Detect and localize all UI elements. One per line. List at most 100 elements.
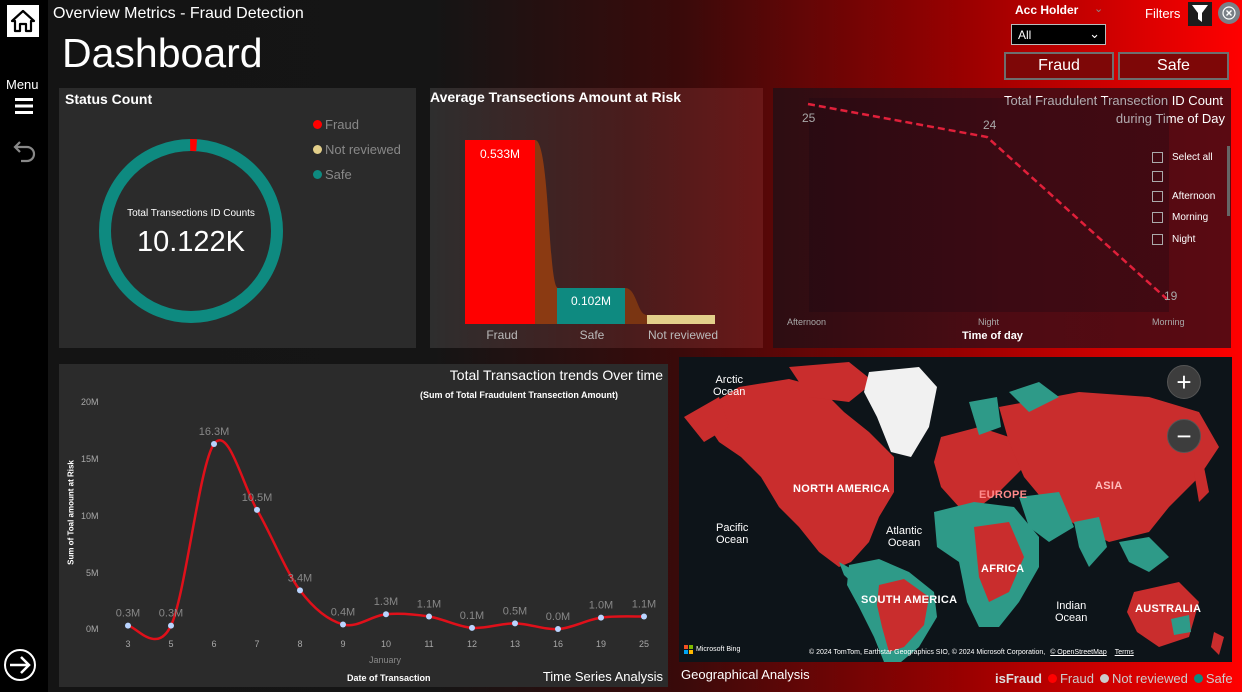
legend-item-fraud[interactable]: Fraud: [313, 117, 359, 132]
zoom-out-button[interactable]: −: [1167, 419, 1201, 453]
chevron-down-icon[interactable]: ⌄: [1094, 2, 1103, 15]
trend-data-label: 1.1M: [632, 599, 656, 611]
x-axis-title: Time of day: [962, 330, 1023, 342]
trend-data-label: 0.3M: [116, 608, 140, 620]
trend-data-point[interactable]: [211, 440, 217, 447]
geo-panel: Arctic Ocean Pacific Ocean Atlantic Ocea…: [679, 357, 1232, 662]
copyright-text: © 2024 TomTom, Earthstar Geographics SIO…: [809, 649, 1046, 656]
trend-data-point[interactable]: [125, 622, 131, 629]
japan-shape: [1194, 467, 1209, 502]
map-label-atlantic: Atlantic Ocean: [886, 525, 923, 549]
slicer-select-all[interactable]: Select all: [1152, 152, 1213, 163]
slicer-blank[interactable]: [1152, 171, 1172, 182]
x-tick-morning: Morning: [1152, 317, 1185, 327]
trend-line-chart[interactable]: 0.3M 3 0.3M 5 16.3M 6 10.5M 7 3.4M 8 0.4M 9 1.3M 10 1.…: [59, 364, 668, 687]
trend-x-tick: 10: [381, 639, 391, 649]
trend-data-point[interactable]: [297, 587, 303, 594]
trend-x-tick: 16: [553, 639, 563, 649]
trend-data-point[interactable]: [426, 613, 432, 620]
legend-label: Safe: [325, 167, 352, 182]
trend-data-label: 0.5M: [503, 605, 527, 617]
window-title: Overview Metrics - Fraud Detection: [53, 5, 304, 22]
trend-x-tick: 13: [510, 639, 520, 649]
trend-data-label: 1.0M: [589, 600, 613, 612]
slicer-label: Afternoon: [1172, 191, 1216, 202]
windows-logo-icon: [684, 645, 693, 654]
trend-data-point[interactable]: [555, 626, 561, 632]
home-icon[interactable]: [7, 5, 39, 37]
geo-legend: isFraud Fraud Not reviewed Safe: [995, 671, 1233, 686]
world-map[interactable]: [679, 357, 1232, 662]
checkbox[interactable]: [1152, 212, 1163, 223]
map-label-indian: Indian Ocean: [1055, 600, 1088, 624]
trend-data-label: 0.3M: [159, 608, 183, 620]
filter-funnel-icon[interactable]: [1188, 2, 1212, 26]
map-label-australia: AUSTRALIA: [1135, 603, 1202, 615]
legend-item-not-reviewed[interactable]: Not reviewed: [313, 142, 401, 157]
checkbox[interactable]: [1152, 191, 1163, 202]
trend-x-tick: 8: [297, 639, 302, 649]
trend-data-point[interactable]: [340, 621, 346, 628]
map-label-africa: AFRICA: [981, 563, 1025, 575]
trend-x-tick: 25: [639, 639, 649, 649]
map-label-north-america: NORTH AMERICA: [793, 483, 890, 495]
legend-safe[interactable]: Safe: [1206, 671, 1233, 686]
map-label-arctic: Arctic Ocean: [713, 374, 746, 398]
not-reviewed-dot-icon: [313, 145, 322, 154]
bar-label-fraud: 0.533M: [479, 147, 521, 161]
trend-data-point[interactable]: [641, 613, 647, 620]
avg-amount-panel: Average Transections Amount at Risk 0.53…: [430, 88, 763, 348]
bar-not-reviewed[interactable]: [647, 315, 715, 324]
avg-amount-bar-chart[interactable]: [430, 88, 763, 348]
slicer-night[interactable]: Night: [1152, 234, 1195, 245]
time-slicer-scrollbar[interactable]: [1227, 146, 1230, 216]
acc-holder-dropdown[interactable]: All ⌄: [1011, 24, 1106, 45]
map-label-europe: EUROPE: [979, 489, 1028, 501]
donut-center-label: Total Transections ID Counts: [127, 208, 255, 219]
trend-x-tick: 7: [254, 639, 259, 649]
slicer-label: Night: [1172, 234, 1196, 245]
checkbox[interactable]: [1152, 152, 1163, 163]
fraud-time-line: [807, 102, 1169, 301]
trend-data-label: 0.0M: [546, 611, 570, 623]
exit-arrow-icon[interactable]: [4, 649, 36, 681]
slicer-morning[interactable]: Morning: [1152, 212, 1208, 223]
slicer-afternoon[interactable]: Afternoon: [1152, 191, 1215, 202]
trend-panel: Total Transaction trends Over time (Sum …: [59, 364, 668, 687]
trend-data-point[interactable]: [168, 622, 174, 629]
trend-x-tick: 19: [596, 639, 606, 649]
safe-dot-icon: [1193, 674, 1203, 683]
legend-item-safe[interactable]: Safe: [313, 167, 352, 182]
trend-x-tick: 9: [340, 639, 345, 649]
safe-filter-button[interactable]: Safe: [1118, 52, 1229, 80]
zoom-in-button[interactable]: +: [1167, 365, 1201, 399]
x-tick-night: Night: [978, 317, 1000, 327]
trend-data-point[interactable]: [469, 624, 475, 631]
legend-fraud[interactable]: Fraud: [1060, 671, 1094, 686]
safe-dot-icon: [313, 170, 322, 179]
trend-x-tick: 6: [211, 639, 216, 649]
trend-data-point[interactable]: [383, 611, 389, 618]
not-reviewed-dot-icon: [1099, 674, 1109, 683]
legend-not-reviewed[interactable]: Not reviewed: [1112, 671, 1188, 686]
trend-data-point[interactable]: [512, 620, 518, 627]
back-arrow-icon[interactable]: [11, 137, 39, 165]
fraud-filter-button[interactable]: Fraud: [1004, 52, 1114, 80]
checkbox[interactable]: [1152, 234, 1163, 245]
terms-link[interactable]: Terms: [1115, 649, 1134, 656]
trend-x-tick: 3: [125, 639, 130, 649]
geo-legend-title: isFraud: [995, 671, 1042, 686]
trend-data-point[interactable]: [598, 614, 604, 621]
close-icon[interactable]: [1218, 2, 1240, 24]
legend-label: Fraud: [325, 117, 359, 132]
trend-data-label: 0.1M: [460, 610, 484, 622]
bar-fraud[interactable]: [465, 140, 535, 324]
hamburger-menu-icon[interactable]: [13, 95, 35, 117]
ribbon-safe-nr: [625, 288, 647, 324]
x-tick-safe: Safe: [579, 328, 605, 342]
trend-data-label: 0.4M: [331, 606, 355, 618]
bar-label-safe: 0.102M: [570, 294, 612, 308]
osm-link[interactable]: © OpenStreetMap: [1050, 649, 1107, 656]
checkbox[interactable]: [1152, 171, 1163, 182]
trend-data-point[interactable]: [254, 506, 260, 513]
